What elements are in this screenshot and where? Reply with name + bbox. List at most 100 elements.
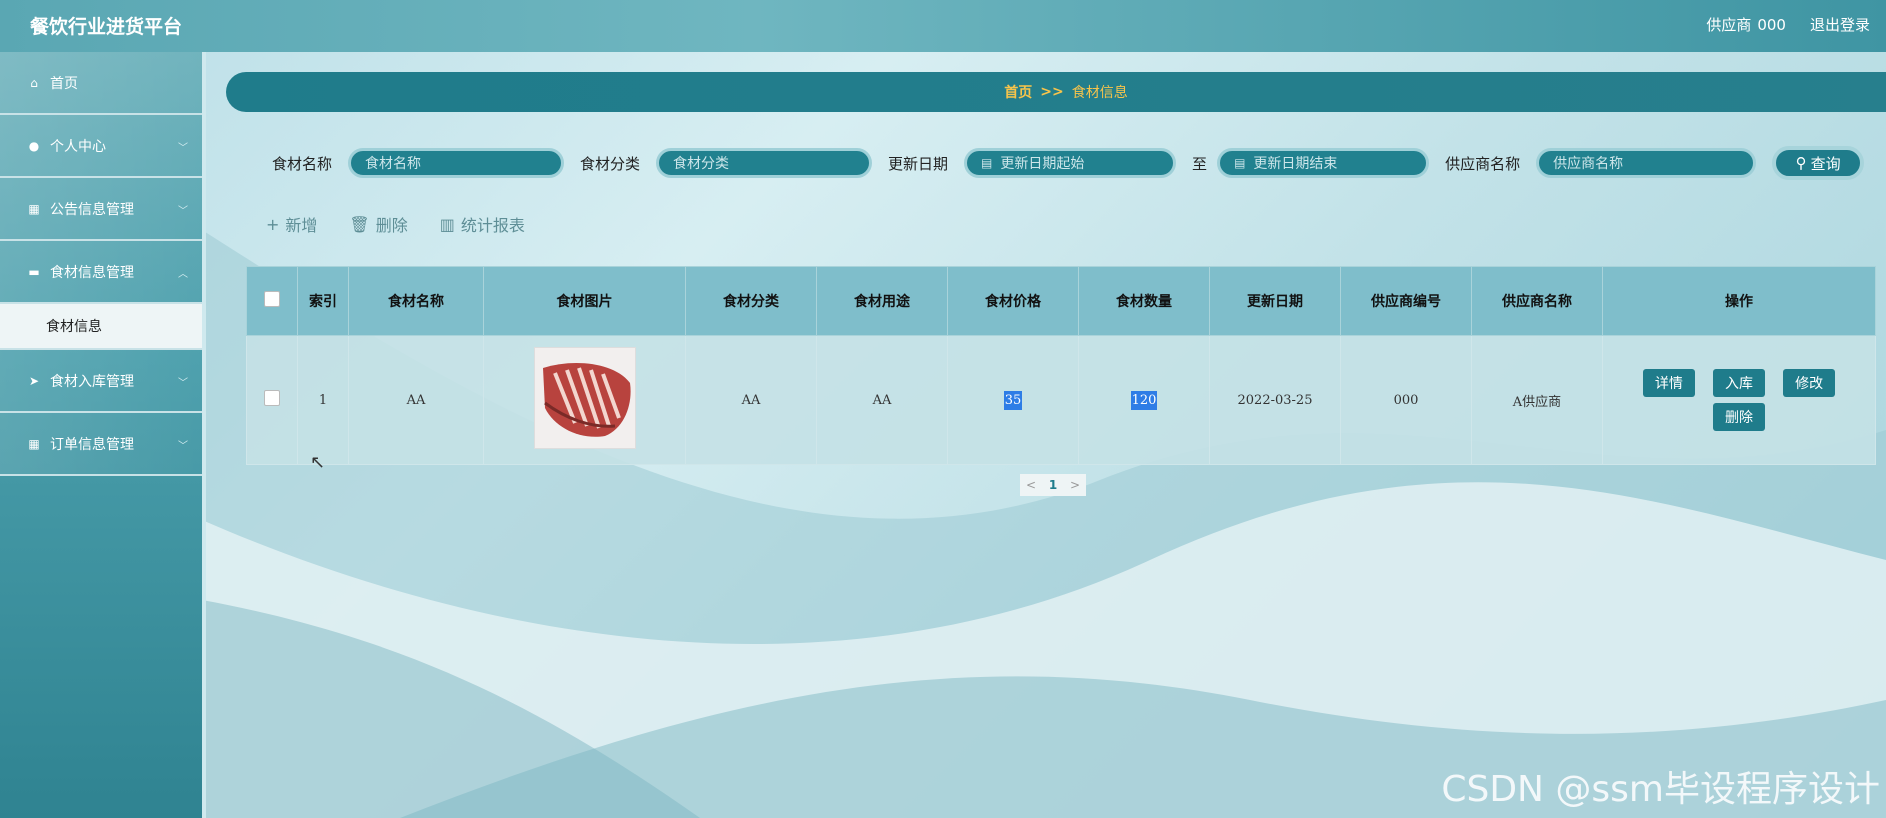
sidebar-subitem-ingredient-info[interactable]: 食材信息 <box>0 304 202 350</box>
next-page-button[interactable]: > <box>1064 478 1086 492</box>
name-search-input[interactable]: 食材名称 <box>348 148 565 178</box>
search-form: 食材名称 食材名称 食材分类 食材分类 更新日期 ▤ 更新日期起始 至 ▤ 更新… <box>272 145 1865 181</box>
send-icon: ➤ <box>28 373 40 388</box>
cell-date: 2022-03-25 <box>1209 335 1341 465</box>
chevron-up-icon: ︿ <box>178 269 188 280</box>
meat-image <box>534 348 635 448</box>
sidebar-item-personal-center[interactable]: ● 个人中心 ﹀ <box>0 115 202 178</box>
cell-index: 1 <box>297 335 349 465</box>
chevron-down-icon: ﹀ <box>178 441 188 452</box>
page-number[interactable]: 1 <box>1042 478 1064 492</box>
edit-button[interactable]: 修改 <box>1783 369 1836 397</box>
table-header-row: 索引 食材名称 食材图片 食材分类 食材用途 食材价格 食材数量 更新日期 供应… <box>246 266 1876 336</box>
ingredient-table: 索引 食材名称 食材图片 食材分类 食材用途 食材价格 食材数量 更新日期 供应… <box>246 266 1876 465</box>
price-value: 35 <box>1003 390 1023 410</box>
add-button[interactable]: + 新增 <box>266 212 317 236</box>
date-start-placeholder: 更新日期起始 <box>1000 156 1085 172</box>
breadcrumb-separator: >> <box>1040 84 1064 100</box>
sidebar-item-home[interactable]: ⌂ 首页 <box>0 52 202 115</box>
report-button-label: 统计报表 <box>460 216 525 235</box>
select-all-checkbox[interactable] <box>264 291 280 307</box>
query-button[interactable]: ⚲ 查询 <box>1772 146 1865 180</box>
row-select-cell <box>246 335 298 465</box>
sidebar-item-label: 首页 <box>50 75 78 92</box>
column-header-supplier-no: 供应商编号 <box>1340 266 1472 336</box>
sidebar: ⌂ 首页 ● 个人中心 ﹀ ▦ 公告信息管理 ﹀ ▬ 食材信息管理 ︿ 食材信息… <box>0 52 206 818</box>
mouse-cursor-icon: ↖ <box>310 452 326 473</box>
header-user-id: 000 <box>1757 16 1786 34</box>
query-button-label: 查询 <box>1810 154 1841 173</box>
column-header-index: 索引 <box>297 266 349 336</box>
name-label: 食材名称 <box>272 154 333 173</box>
cell-name: AA <box>348 335 484 465</box>
bar-chart-icon: ▥ <box>439 214 455 234</box>
search-icon: ⚲ <box>1795 154 1807 172</box>
plus-icon: + <box>266 214 280 234</box>
user-icon: ● <box>28 138 40 153</box>
date-start-input[interactable]: ▤ 更新日期起始 <box>964 148 1177 178</box>
logout-link[interactable]: 退出登录 <box>1810 14 1870 35</box>
calendar-icon: ▤ <box>981 156 993 170</box>
chevron-down-icon: ﹀ <box>178 143 188 154</box>
sidebar-item-label: 食材入库管理 <box>50 373 134 390</box>
sidebar-item-orders[interactable]: ▦ 订单信息管理 ﹀ <box>0 413 202 476</box>
delete-button-label: 删除 <box>375 216 408 235</box>
chevron-down-icon: ﹀ <box>178 206 188 217</box>
grid-icon: ▦ <box>28 201 40 216</box>
detail-button[interactable]: 详情 <box>1642 369 1695 397</box>
watermark: CSDN @ssm毕设程序设计 <box>1441 769 1880 810</box>
column-header-price: 食材价格 <box>947 266 1079 336</box>
sidebar-item-label: 食材信息管理 <box>50 264 134 281</box>
sidebar-item-notice[interactable]: ▦ 公告信息管理 ﹀ <box>0 178 202 241</box>
chevron-down-icon: ﹀ <box>178 378 188 389</box>
ingredient-thumbnail[interactable] <box>533 347 636 449</box>
column-header-image: 食材图片 <box>483 266 686 336</box>
header-user-area: 供应商 000 退出登录 <box>1706 14 1870 35</box>
select-all-header <box>246 266 298 336</box>
stock-in-button[interactable]: 入库 <box>1713 369 1765 397</box>
trash-icon: 🗑 <box>349 214 370 234</box>
supplier-search-input[interactable]: 供应商名称 <box>1536 148 1757 178</box>
column-header-category: 食材分类 <box>685 266 817 336</box>
cell-price: 35 <box>947 335 1079 465</box>
home-icon: ⌂ <box>30 75 38 90</box>
column-header-ops: 操作 <box>1602 266 1876 336</box>
sidebar-item-label: 订单信息管理 <box>50 436 134 453</box>
prev-page-button[interactable]: < <box>1020 478 1042 492</box>
box-icon: ▬ <box>28 264 40 279</box>
breadcrumb-current: 食材信息 <box>1071 85 1128 101</box>
category-search-input[interactable]: 食材分类 <box>656 148 873 178</box>
breadcrumb: 首页 >> 食材信息 <box>226 72 1886 112</box>
date-end-placeholder: 更新日期结束 <box>1253 156 1338 172</box>
action-row: + 新增 🗑 删除 ▥ 统计报表 <box>266 212 525 236</box>
category-label: 食材分类 <box>580 154 641 173</box>
delete-button[interactable]: 🗑 删除 <box>349 212 407 236</box>
add-button-label: 新增 <box>285 216 318 235</box>
cell-quantity: 120 <box>1078 335 1210 465</box>
row-checkbox[interactable] <box>264 390 280 406</box>
cell-supplier-no: 000 <box>1340 335 1472 465</box>
top-header: 餐饮行业进货平台 供应商 000 退出登录 <box>0 0 1886 52</box>
column-header-name: 食材名称 <box>348 266 484 336</box>
quantity-value: 120 <box>1130 390 1158 410</box>
report-button[interactable]: ▥ 统计报表 <box>440 212 525 236</box>
cell-usage: AA <box>816 335 948 465</box>
row-delete-button[interactable]: 删除 <box>1713 403 1765 431</box>
column-header-quantity: 食材数量 <box>1078 266 1210 336</box>
header-user-role: 供应商 000 <box>1706 16 1786 34</box>
cell-category: AA <box>685 335 817 465</box>
calendar-icon: ▤ <box>1234 156 1246 170</box>
app-title: 餐饮行业进货平台 <box>30 16 183 38</box>
sidebar-item-ingredient[interactable]: ▬ 食材信息管理 ︿ <box>0 241 202 304</box>
supplier-label: 供应商名称 <box>1445 154 1521 173</box>
cell-image <box>483 335 686 465</box>
date-end-input[interactable]: ▤ 更新日期结束 <box>1217 148 1430 178</box>
date-label: 更新日期 <box>888 154 949 173</box>
breadcrumb-home[interactable]: 首页 <box>1004 82 1032 102</box>
sidebar-item-stock-in[interactable]: ➤ 食材入库管理 ﹀ <box>0 350 202 413</box>
column-header-supplier-name: 供应商名称 <box>1471 266 1603 336</box>
cell-supplier-name: A供应商 <box>1471 335 1603 465</box>
date-range-separator: 至 <box>1192 154 1208 173</box>
table-row: 1 AA AA AA 35 120 2022-03-25 000 A供应商 详情… <box>246 335 1876 465</box>
column-header-usage: 食材用途 <box>816 266 948 336</box>
